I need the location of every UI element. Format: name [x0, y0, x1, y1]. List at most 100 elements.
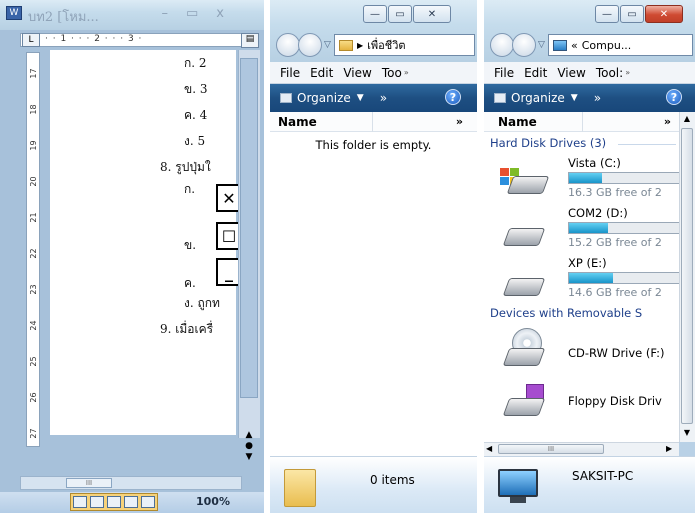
view-buttons[interactable] — [70, 493, 158, 511]
column-overflow-icon[interactable]: » — [456, 115, 463, 128]
drive-usage-bar — [568, 272, 679, 284]
minimize-button[interactable]: — — [363, 5, 387, 23]
column-divider[interactable] — [372, 112, 373, 132]
ruler-number: 18 — [29, 104, 38, 115]
group-header-hard-disks[interactable]: Hard Disk Drives (3) — [490, 136, 606, 150]
outline-view-button[interactable] — [124, 496, 138, 508]
forward-button[interactable] — [298, 33, 322, 57]
recent-pages-dropdown[interactable]: ▽ — [324, 40, 331, 50]
computer-icon — [498, 469, 538, 497]
close-button[interactable]: ✕ — [413, 5, 451, 23]
maximize-button[interactable]: ▭ — [620, 5, 644, 23]
scroll-down-button[interactable]: ▼ — [681, 428, 693, 437]
group-header-removable[interactable]: Devices with Removable S — [490, 306, 642, 320]
ruler-number: 24 — [29, 320, 38, 331]
organize-button[interactable]: Organize — [511, 91, 565, 105]
draft-view-button[interactable] — [141, 496, 155, 508]
explorer-window-2: — ▭ ✕ ▽ « Compu... File Edit View Tool:»… — [484, 0, 695, 513]
menu-tools[interactable]: Tool: — [596, 66, 623, 80]
tab-selector-button[interactable]: L — [22, 33, 40, 47]
horizontal-scroll-thumb[interactable]: III — [498, 444, 604, 454]
organize-dropdown-icon[interactable]: ▼ — [357, 93, 364, 103]
zoom-level[interactable]: 100% — [196, 495, 230, 508]
scroll-right-button[interactable]: ▶ — [666, 444, 672, 453]
vertical-ruler[interactable]: 17 18 19 20 21 22 23 24 25 26 27 — [26, 52, 40, 447]
ruler-number: 25 — [29, 356, 38, 367]
vertical-scroll-thumb[interactable] — [681, 128, 693, 424]
word-window: W บท2 [โหม... –▭x L · · 1 · · · 2 · · · … — [0, 0, 264, 513]
file-list[interactable]: This folder is empty. — [270, 132, 477, 456]
menu-file[interactable]: File — [494, 66, 514, 80]
view-ruler-button[interactable]: ▤ — [241, 33, 259, 48]
word-window-title: บท2 [โหม... — [28, 10, 99, 25]
horizontal-scroll-thumb[interactable]: III — [66, 478, 112, 488]
menu-view[interactable]: View — [343, 66, 371, 80]
word-app-icon[interactable]: W — [6, 6, 22, 20]
web-layout-view-button[interactable] — [107, 496, 121, 508]
drive-free-space: 15.2 GB free of 2 — [568, 236, 662, 249]
address-text[interactable]: Compu... — [582, 39, 632, 52]
empty-folder-message: This folder is empty. — [315, 138, 432, 152]
menu-tools[interactable]: Too — [382, 66, 402, 80]
menu-edit[interactable]: Edit — [310, 66, 333, 80]
address-text[interactable]: เพื่อชีวิต — [367, 36, 405, 54]
column-divider[interactable] — [582, 112, 583, 132]
address-prefix[interactable]: « — [571, 39, 578, 52]
document-text: ง. ถูกท — [184, 296, 220, 310]
ruler-number: 17 — [29, 68, 38, 79]
computer-stand-icon — [510, 497, 526, 503]
ruler-number: 20 — [29, 176, 38, 187]
document-text: ก. — [184, 182, 196, 196]
back-button[interactable] — [490, 33, 514, 57]
address-bar[interactable]: « Compu... — [548, 34, 693, 56]
organize-icon — [280, 93, 292, 103]
drive-name[interactable]: CD-RW Drive (F:) — [568, 346, 664, 360]
horizontal-scrollbar[interactable] — [20, 476, 242, 490]
back-button[interactable] — [276, 33, 300, 57]
maximize-button[interactable]: ▭ — [388, 5, 412, 23]
hard-drive-icon — [506, 176, 550, 194]
minimize-button[interactable]: — — [595, 5, 619, 23]
organize-icon — [494, 93, 506, 103]
computer-name: SAKSIT-PC — [572, 469, 634, 483]
drive-name[interactable]: Floppy Disk Driv — [568, 394, 662, 408]
command-overflow-icon[interactable]: » — [594, 91, 601, 105]
drive-usage-fill — [569, 173, 602, 183]
word-caption-buttons[interactable]: –▭x — [162, 6, 242, 21]
forward-button[interactable] — [512, 33, 536, 57]
column-overflow-icon[interactable]: » — [664, 115, 671, 128]
ruler-number: 26 — [29, 392, 38, 403]
drive-name[interactable]: XP (E:) — [568, 256, 607, 270]
drive-name[interactable]: COM2 (D:) — [568, 206, 628, 220]
document-page[interactable]: ก. 2 ข. 3 ค. 4 ง. 5 8. รูปปุ่มใ ✕ ก. ☐ ข… — [50, 50, 242, 435]
column-name[interactable]: Name — [498, 115, 537, 129]
help-icon[interactable]: ? — [445, 89, 461, 105]
menu-overflow-icon[interactable]: » — [404, 68, 409, 77]
drive-free-space: 16.3 GB free of 2 — [568, 186, 662, 199]
details-pane: 0 items — [270, 456, 477, 513]
hard-drive-icon — [502, 278, 546, 296]
document-text: ข. 3 — [184, 82, 208, 96]
full-screen-reading-view-button[interactable] — [90, 496, 104, 508]
scroll-left-button[interactable]: ◀ — [486, 444, 492, 453]
browse-object-buttons[interactable]: ▲ ● ▼ — [242, 430, 256, 463]
recent-pages-dropdown[interactable]: ▽ — [538, 40, 545, 50]
address-bar[interactable]: ▶ เพื่อชีวิต — [334, 34, 475, 56]
menu-overflow-icon[interactable]: » — [625, 68, 630, 77]
scroll-up-button[interactable]: ▲ — [681, 114, 693, 123]
menu-view[interactable]: View — [557, 66, 585, 80]
breadcrumb-arrow-icon[interactable]: ▶ — [357, 41, 363, 50]
organize-button[interactable]: Organize — [297, 91, 351, 105]
drive-name[interactable]: Vista (C:) — [568, 156, 621, 170]
vertical-scroll-thumb[interactable] — [240, 58, 258, 398]
close-button[interactable]: ✕ — [645, 5, 683, 23]
column-name[interactable]: Name — [278, 115, 317, 129]
print-layout-view-button[interactable] — [73, 496, 87, 508]
menu-file[interactable]: File — [280, 66, 300, 80]
command-overflow-icon[interactable]: » — [380, 91, 387, 105]
drive-usage-fill — [569, 273, 613, 283]
file-list[interactable]: Hard Disk Drives (3) Vista (C:) 16.3 GB … — [484, 132, 679, 442]
organize-dropdown-icon[interactable]: ▼ — [571, 93, 578, 103]
menu-edit[interactable]: Edit — [524, 66, 547, 80]
help-icon[interactable]: ? — [666, 89, 682, 105]
